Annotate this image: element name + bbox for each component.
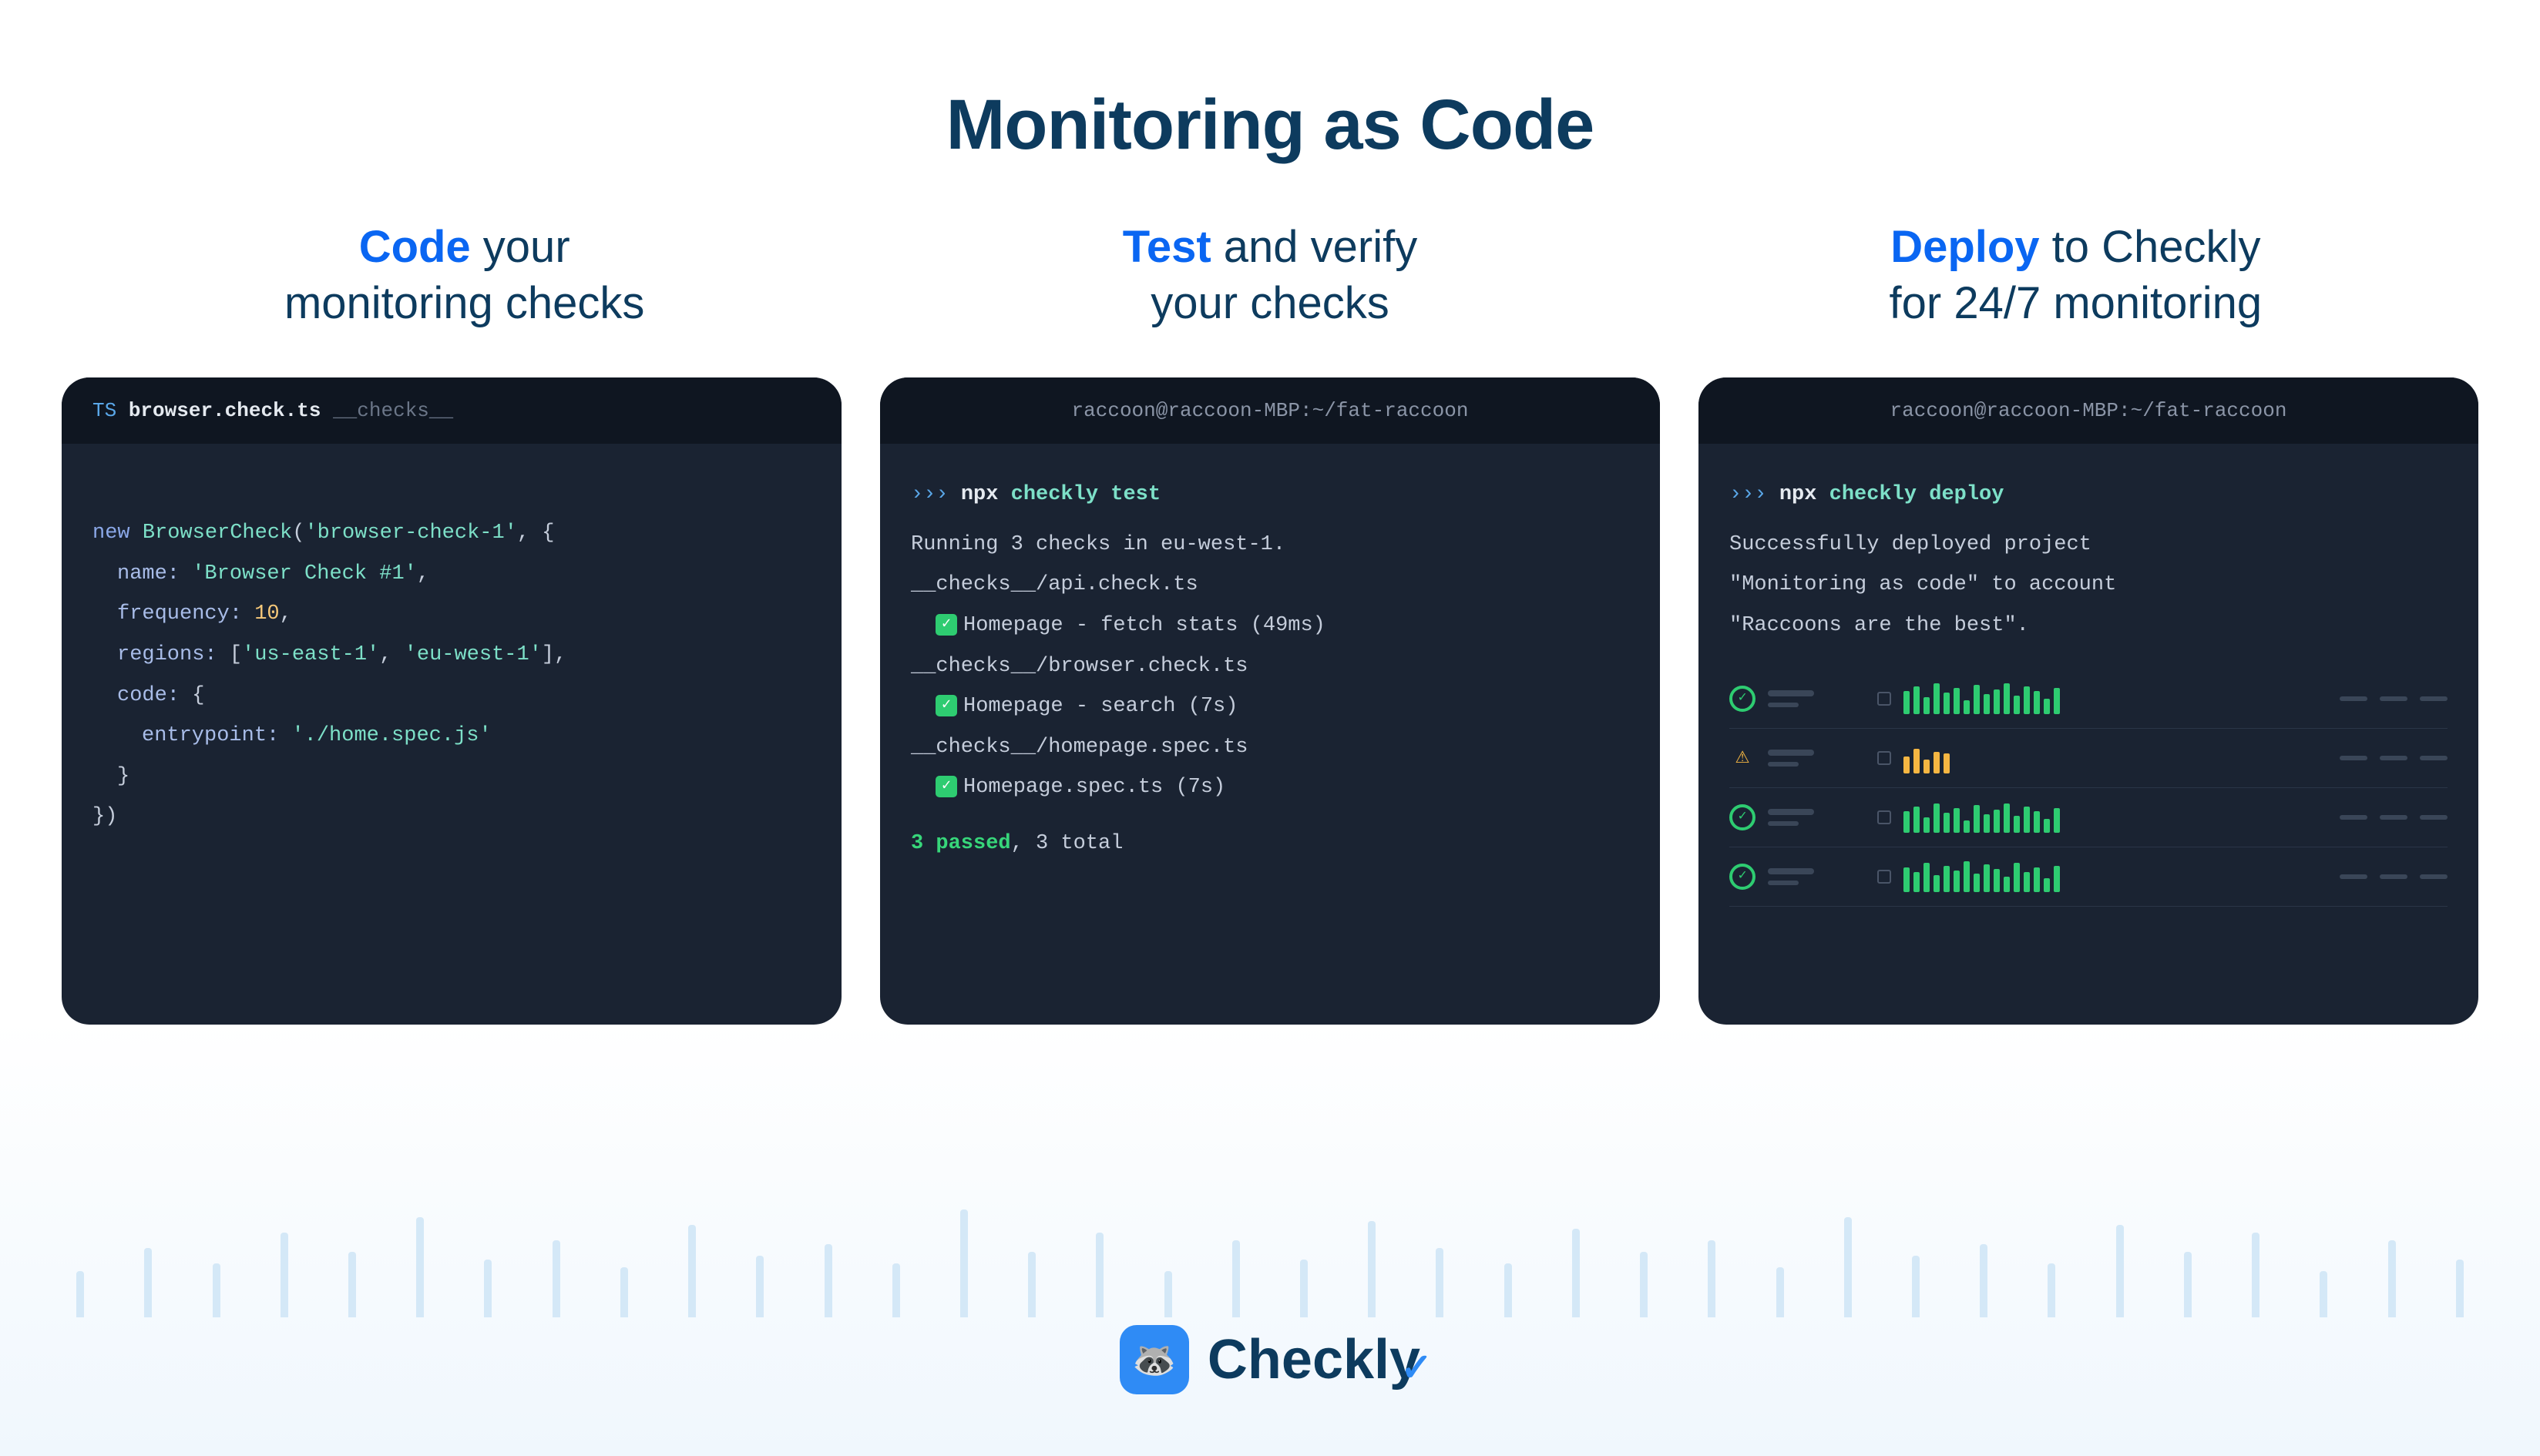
subtitle-code: Code your monitoring checks (62, 220, 867, 331)
test-card-header: raccoon@raccoon-MBP:~/fat-raccoon (880, 377, 1660, 444)
status-ok-icon (1729, 686, 1755, 712)
code-card-body: new BrowserCheck('browser-check-1', { na… (62, 444, 842, 868)
cards-row: TS browser.check.ts __checks__ new Brows… (0, 331, 2540, 1025)
brand-footer: 🦝 Checkly ✓ (0, 1325, 2540, 1394)
test-card: raccoon@raccoon-MBP:~/fat-raccoon ››› np… (880, 377, 1660, 1025)
check-icon: ✓ (936, 695, 957, 716)
checkbox-icon (1877, 870, 1891, 884)
test-card-body: ››› npx checkly test Running 3 checks in… (880, 444, 1660, 895)
sparkline (1903, 861, 2073, 892)
dashboard-row (1729, 788, 2448, 847)
status-ok-icon (1729, 864, 1755, 890)
background-bars (0, 1163, 2540, 1317)
status-ok-icon (1729, 804, 1755, 830)
deploy-card-header: raccoon@raccoon-MBP:~/fat-raccoon (1698, 377, 2478, 444)
page-title: Monitoring as Code (0, 0, 2540, 166)
check-icon: ✓ (936, 776, 957, 797)
code-card: TS browser.check.ts __checks__ new Brows… (62, 377, 842, 1025)
checkbox-icon (1877, 810, 1891, 824)
deploy-card: raccoon@raccoon-MBP:~/fat-raccoon ››› np… (1698, 377, 2478, 1025)
subtitles-row: Code your monitoring checks Test and ver… (0, 166, 2540, 331)
sparkline (1903, 802, 2073, 833)
raccoon-logo-icon: 🦝 (1120, 1325, 1189, 1394)
dashboard-row: ⚠ (1729, 729, 2448, 788)
deploy-card-body: ››› npx checkly deploy Successfully depl… (1698, 444, 2478, 938)
code-card-header: TS browser.check.ts __checks__ (62, 377, 842, 444)
dashboard: ⚠ (1729, 669, 2448, 907)
check-mark-icon: ✓ (1400, 1345, 1433, 1390)
subtitle-deploy: Deploy to Checkly for 24/7 monitoring (1673, 220, 2478, 331)
sparkline (1903, 683, 2073, 714)
dashboard-row (1729, 847, 2448, 907)
sparkline (1903, 743, 2073, 773)
status-warn-icon: ⚠ (1729, 745, 1755, 771)
checkbox-icon (1877, 751, 1891, 765)
brand-name: Checkly ✓ (1208, 1328, 1420, 1391)
check-icon: ✓ (936, 614, 957, 636)
checkbox-icon (1877, 692, 1891, 706)
dashboard-row (1729, 669, 2448, 729)
subtitle-test: Test and verify your checks (867, 220, 1672, 331)
